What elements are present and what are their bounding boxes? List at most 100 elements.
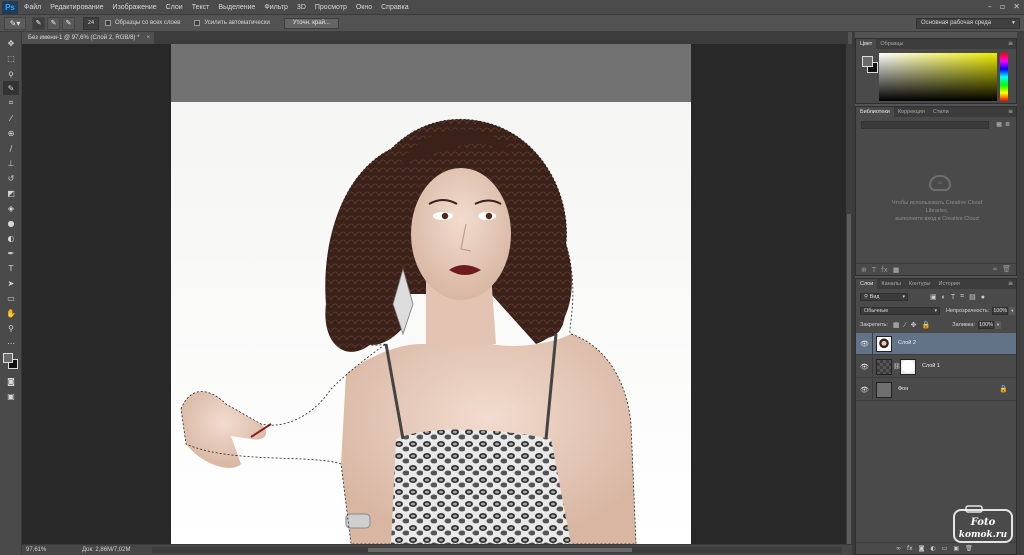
menu-select[interactable]: Выделение bbox=[218, 4, 255, 11]
filter-smart-icon[interactable]: ▤ bbox=[969, 293, 976, 301]
more-tools[interactable]: ⋯ bbox=[3, 336, 19, 350]
tab-paths[interactable]: Контуры bbox=[905, 279, 935, 289]
filter-shape-icon[interactable]: ⌗ bbox=[960, 293, 964, 301]
tab-channels[interactable]: Каналы bbox=[877, 279, 905, 289]
add-style-icon[interactable]: fx bbox=[881, 266, 888, 274]
eye-icon[interactable]: 👁 bbox=[860, 363, 869, 371]
opacity-slider-button[interactable]: ▼ bbox=[1009, 307, 1016, 315]
tab-color[interactable]: Цвет bbox=[856, 39, 877, 49]
layer-row-fon[interactable]: 👁 Фон 🔒 bbox=[856, 379, 1016, 401]
tab-layers[interactable]: Слои bbox=[856, 279, 878, 289]
type-tool[interactable]: T bbox=[3, 261, 19, 275]
menu-edit[interactable]: Редактирование bbox=[50, 4, 103, 11]
foreground-color[interactable] bbox=[862, 56, 873, 67]
paint-bucket-tool[interactable]: ◈ bbox=[3, 201, 19, 215]
refine-edge-button[interactable]: Уточн. край... bbox=[283, 17, 339, 29]
tool-preset-picker[interactable]: ✎▾ bbox=[4, 16, 26, 30]
add-to-selection-button[interactable]: ✎ bbox=[47, 16, 60, 30]
minimize-icon[interactable]: – bbox=[988, 2, 992, 11]
grid-view-icon[interactable]: ▦ bbox=[996, 121, 1002, 128]
tab-adjustments[interactable]: Коррекция bbox=[894, 107, 929, 117]
checkbox-box[interactable] bbox=[194, 20, 201, 26]
add-color-icon[interactable]: ■ bbox=[893, 266, 900, 274]
history-brush-tool[interactable]: ↺ bbox=[3, 171, 19, 185]
lasso-tool[interactable]: ϙ bbox=[3, 66, 19, 80]
library-select[interactable] bbox=[861, 121, 989, 129]
canvas-area[interactable] bbox=[22, 44, 848, 544]
eye-icon[interactable]: 👁 bbox=[860, 386, 869, 394]
lock-position-icon[interactable]: ✥ bbox=[911, 321, 917, 329]
lock-image-icon[interactable]: ∕ bbox=[905, 322, 906, 329]
workspace-select[interactable]: Основная рабочая среда ▼ bbox=[916, 18, 1020, 29]
panel-menu-icon[interactable]: ≡ bbox=[1008, 39, 1013, 49]
fill-input[interactable]: 100% bbox=[977, 321, 994, 329]
menu-file[interactable]: Файл bbox=[24, 4, 41, 11]
brush-size-picker[interactable]: 24 bbox=[83, 16, 99, 30]
path-selection-tool[interactable]: ➤ bbox=[3, 276, 19, 290]
opacity-input[interactable]: 100% bbox=[992, 307, 1009, 315]
add-mask-icon[interactable]: ◙ bbox=[919, 545, 925, 552]
subtract-from-selection-button[interactable]: ✎ bbox=[62, 16, 75, 30]
list-view-icon[interactable]: ≣ bbox=[1005, 121, 1010, 128]
fill-slider-button[interactable]: ▼ bbox=[994, 321, 1001, 329]
hand-tool[interactable]: ✋ bbox=[3, 306, 19, 320]
layer-mask-thumbnail[interactable] bbox=[900, 359, 916, 375]
trash-icon[interactable]: 🗑 bbox=[965, 545, 973, 552]
menu-view[interactable]: Просмотр bbox=[315, 4, 347, 11]
foreground-color-swatch[interactable] bbox=[3, 353, 13, 363]
color-swatches[interactable] bbox=[3, 353, 19, 371]
screen-mode-button[interactable]: ▣ bbox=[3, 389, 19, 403]
menu-type[interactable]: Текст bbox=[192, 4, 210, 11]
fx-icon[interactable]: fx bbox=[907, 545, 913, 552]
close-tab-icon[interactable]: × bbox=[146, 32, 150, 44]
blend-mode-select[interactable]: Обычные ▾ bbox=[860, 307, 940, 315]
new-group-icon[interactable]: ▭ bbox=[942, 545, 948, 552]
quick-mask-button[interactable]: ◙ bbox=[3, 374, 19, 388]
clone-stamp-tool[interactable]: ⊥ bbox=[3, 156, 19, 170]
filter-toggle-icon[interactable]: ● bbox=[981, 294, 985, 301]
menu-window[interactable]: Окно bbox=[356, 4, 372, 11]
panel-menu-icon[interactable]: ≡ bbox=[1008, 107, 1013, 117]
menu-image[interactable]: Изображение bbox=[113, 4, 157, 11]
add-text-icon[interactable]: T bbox=[872, 266, 876, 274]
eye-icon[interactable]: 👁 bbox=[860, 340, 869, 348]
move-tool[interactable]: ✥ bbox=[3, 36, 19, 50]
filter-type-icon[interactable]: T bbox=[951, 294, 955, 301]
tab-styles[interactable]: Стили bbox=[929, 107, 953, 117]
panel-menu-icon[interactable]: ≡ bbox=[1008, 279, 1013, 289]
dodge-tool[interactable]: ◐ bbox=[3, 231, 19, 245]
horizontal-scrollbar[interactable] bbox=[152, 547, 842, 553]
sample-all-layers-checkbox[interactable]: Образцы со всех слоев bbox=[105, 20, 180, 26]
healing-brush-tool[interactable]: ⊕ bbox=[3, 126, 19, 140]
close-icon[interactable]: ✕ bbox=[1013, 2, 1020, 11]
hue-slider[interactable] bbox=[1000, 53, 1008, 101]
auto-enhance-checkbox[interactable]: Усилить автоматически bbox=[194, 20, 270, 26]
zoom-level[interactable]: 97,61% bbox=[26, 545, 46, 555]
lock-all-icon[interactable]: 🔒 bbox=[922, 321, 931, 329]
lock-transparent-icon[interactable]: ▦ bbox=[893, 321, 900, 329]
shape-tool[interactable]: ▭ bbox=[3, 291, 19, 305]
eraser-tool[interactable]: ◩ bbox=[3, 186, 19, 200]
layer-name[interactable]: Слой 2 bbox=[898, 340, 916, 346]
layer-row-sloy-1[interactable]: 👁 ⛓ Слой 1 bbox=[856, 356, 1016, 378]
layer-filter-select[interactable]: ⚲ Вид ▾ bbox=[860, 293, 908, 301]
menu-3d[interactable]: 3D bbox=[297, 4, 306, 11]
document-tab[interactable]: Без имени-1 @ 97,6% (Слой 2, RGB/8) * × bbox=[22, 32, 154, 44]
tab-history[interactable]: История bbox=[935, 279, 964, 289]
layer-row-sloy-2[interactable]: 👁 Слой 2 bbox=[856, 333, 1016, 355]
zoom-tool[interactable]: ⚲ bbox=[3, 321, 19, 335]
menu-layers[interactable]: Слои bbox=[166, 4, 183, 11]
eyedropper-tool[interactable]: ⁄ bbox=[3, 111, 19, 125]
link-layers-icon[interactable]: ∞ bbox=[896, 545, 901, 552]
color-field[interactable] bbox=[879, 53, 997, 101]
menu-filter[interactable]: Фильтр bbox=[264, 4, 288, 11]
blur-tool[interactable]: ● bbox=[3, 216, 19, 230]
panel-dock-strip[interactable] bbox=[1017, 32, 1024, 555]
crop-tool[interactable]: ⌗ bbox=[3, 96, 19, 110]
menu-help[interactable]: Справка bbox=[381, 4, 408, 11]
new-layer-icon[interactable]: ▣ bbox=[953, 545, 959, 552]
document-canvas[interactable] bbox=[171, 44, 691, 544]
pen-tool[interactable]: ✒ bbox=[3, 246, 19, 260]
layer-name[interactable]: Фон bbox=[898, 386, 908, 392]
maximize-icon[interactable]: ▫ bbox=[1000, 2, 1005, 11]
